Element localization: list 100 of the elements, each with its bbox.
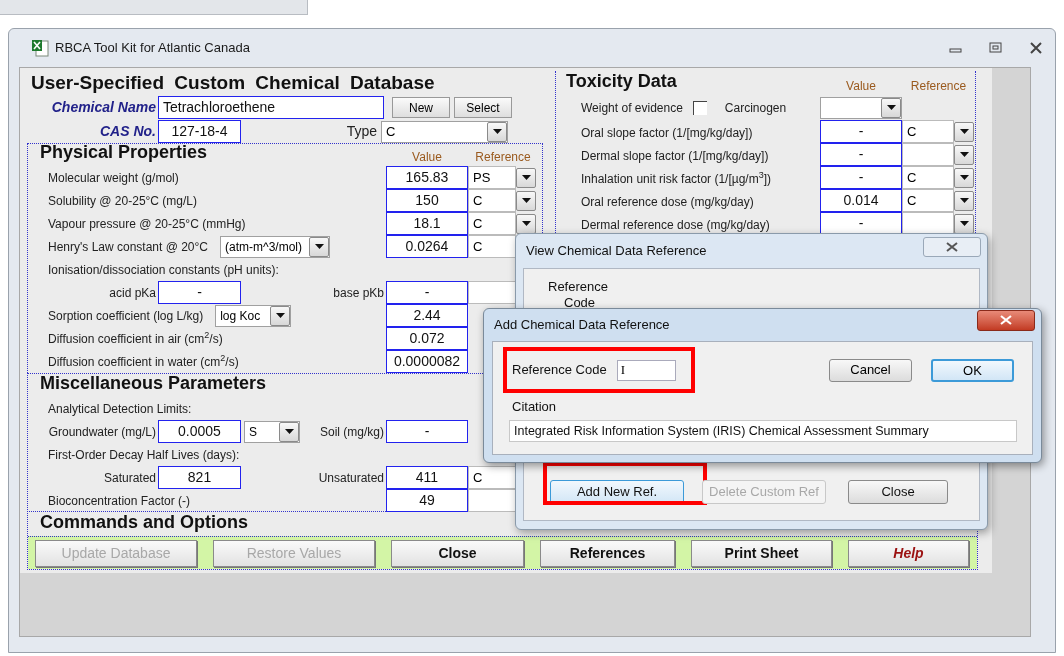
close-icon <box>946 242 958 252</box>
dropdown-button[interactable] <box>309 236 329 257</box>
column-header: Value <box>412 149 442 166</box>
command-button[interactable]: References <box>540 539 675 567</box>
reference-field[interactable] <box>468 489 516 512</box>
reference-field[interactable] <box>902 212 954 235</box>
value-field[interactable]: 165.83 <box>386 166 468 189</box>
caret-icon <box>521 175 531 180</box>
type-select[interactable]: C <box>381 120 508 143</box>
caret-icon <box>521 198 531 203</box>
dropdown-button[interactable] <box>954 167 974 188</box>
value-field[interactable]: - <box>820 166 902 189</box>
value-field[interactable]: - <box>158 281 241 304</box>
reference-label: Reference <box>548 279 609 295</box>
cancel-button[interactable]: Cancel <box>829 358 912 382</box>
value-field[interactable]: 0.072 <box>386 327 468 350</box>
reference-field[interactable]: C <box>468 466 516 489</box>
dropdown-button[interactable] <box>279 421 299 442</box>
value-field[interactable]: 411 <box>386 466 468 489</box>
reference-field[interactable] <box>902 143 954 166</box>
maximize-icon[interactable] <box>989 42 1003 54</box>
close-icon[interactable] <box>1029 42 1043 54</box>
reference-code-field[interactable]: I <box>616 359 676 381</box>
dropdown-button[interactable] <box>954 213 974 234</box>
ok-button[interactable]: OK <box>931 358 1014 382</box>
row-label: Saturated <box>103 469 156 487</box>
row-label: acid pKa <box>109 284 156 302</box>
row-label: Solubility @ 20-25°C (mg/L) <box>48 192 198 210</box>
row-label: Bioconcentration Factor (-) <box>48 492 191 510</box>
value-field[interactable]: 49 <box>386 489 468 512</box>
reference-field[interactable]: C <box>468 212 516 235</box>
caret-icon <box>959 198 969 203</box>
dialog-button[interactable]: Add New Ref. <box>550 479 684 504</box>
row-label: Henry's Law constant @ 20°C <box>48 238 208 256</box>
command-button[interactable]: Close <box>391 539 524 567</box>
citation-field[interactable]: Integrated Risk Information System (IRIS) Chemical Assessment Summary <box>509 420 1017 442</box>
value-field[interactable]: - <box>820 120 902 143</box>
reference-code-label: Reference Code <box>512 361 607 380</box>
command-button[interactable]: Print Sheet <box>691 539 832 567</box>
column-header: Value <box>846 78 876 95</box>
row-label: Weight of evidence <box>581 99 683 117</box>
value-field[interactable]: 0.0000082 <box>386 350 468 373</box>
new-button[interactable]: New <box>392 97 450 118</box>
dropdown-button[interactable] <box>516 167 536 188</box>
row-label: Oral reference dose (mg/kg/day) <box>581 194 754 209</box>
value-field[interactable]: - <box>386 281 468 304</box>
dropdown-button[interactable] <box>954 144 974 165</box>
row-label: Inhalation unit risk factor (1/[µg/m$^{3}$]) <box>581 171 771 186</box>
caret-icon <box>959 129 969 134</box>
dropdown-button[interactable] <box>954 190 974 211</box>
dropdown-button[interactable] <box>516 213 536 234</box>
value-field[interactable]: 18.1 <box>386 212 468 235</box>
code-label: Code <box>563 295 597 311</box>
value-field[interactable]: - <box>820 143 902 166</box>
reference-field[interactable] <box>468 281 516 304</box>
close-button[interactable] <box>977 309 1035 331</box>
reference-field[interactable]: C <box>902 189 954 212</box>
value-field[interactable]: 2.44 <box>386 304 468 327</box>
row-label: Dermal slope factor (1/[mg/kg/day]) <box>581 148 769 163</box>
reference-field[interactable]: C <box>468 235 516 258</box>
reference-field[interactable]: PS <box>468 166 516 189</box>
reference-field[interactable]: C <box>902 120 954 143</box>
value-field[interactable]: 0.0005 <box>158 420 241 443</box>
row-label: Diffusion coefficient in air (cm$^{2}$/s) <box>48 329 223 348</box>
dropdown-button[interactable] <box>954 121 974 142</box>
dropdown-button[interactable] <box>270 305 291 326</box>
spreadsheet-icon <box>31 39 49 57</box>
close-button[interactable] <box>923 237 981 257</box>
caret-icon <box>886 105 896 110</box>
select-button[interactable]: Select <box>454 97 512 118</box>
value-field[interactable]: 0.0264 <box>386 235 468 258</box>
unit-select[interactable]: (atm-m^3/mol) <box>220 235 330 258</box>
section-title: Toxicity Data <box>566 71 677 91</box>
value-field[interactable]: - <box>820 212 902 235</box>
checkbox[interactable] <box>692 100 707 115</box>
chemical-name-field[interactable]: Tetrachloroethene <box>158 96 384 119</box>
value-field[interactable]: 821 <box>158 466 241 489</box>
value-field[interactable]: 0.014 <box>820 189 902 212</box>
reference-field[interactable]: C <box>468 189 516 212</box>
unit-select[interactable]: log Koc <box>215 304 292 327</box>
unit-select[interactable]: S <box>244 420 300 443</box>
row-label: Oral slope factor (1/[mg/kg/day]) <box>581 125 753 140</box>
column-header: Reference <box>475 149 531 166</box>
value-field[interactable]: - <box>386 420 468 443</box>
row-label: Ionisation/dissociation constants (pH units): <box>48 261 279 279</box>
command-button[interactable]: Help <box>848 539 969 567</box>
section-title: Commands and Options <box>40 511 248 534</box>
row-label: Vapour pressure @ 20-25°C (mmHg) <box>48 215 246 233</box>
row-label: Soil (mg/kg) <box>320 423 384 441</box>
reference-field[interactable]: C <box>902 166 954 189</box>
type-label: Type <box>346 122 377 141</box>
cas-field[interactable]: 127-18-4 <box>158 120 241 143</box>
dropdown-button[interactable] <box>881 97 901 118</box>
dropdown-button[interactable] <box>487 121 507 142</box>
caret-icon <box>492 129 502 134</box>
row-label: Analytical Detection Limits: <box>48 400 192 418</box>
dialog-button[interactable]: Close <box>848 479 948 504</box>
dropdown-button[interactable] <box>516 190 536 211</box>
row-label: Diffusion coefficient in water (cm$^{2}$/s) <box>48 352 239 371</box>
value-field[interactable]: 150 <box>386 189 468 212</box>
